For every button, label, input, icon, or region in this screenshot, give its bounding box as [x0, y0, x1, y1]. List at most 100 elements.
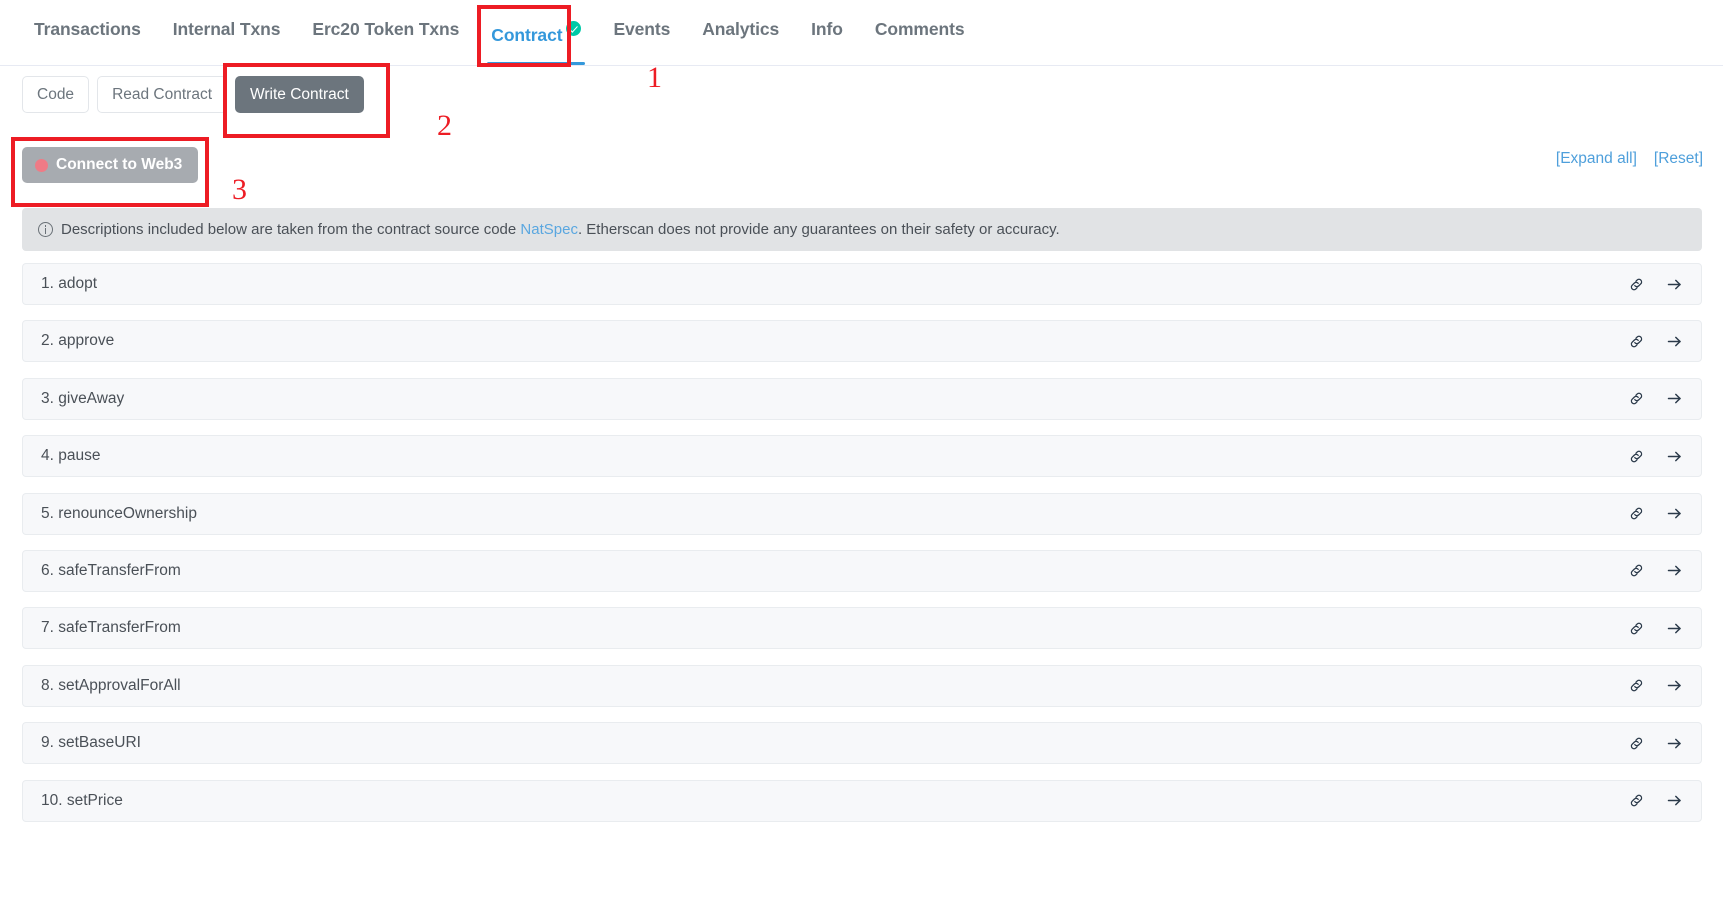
- subtab-label: Write Contract: [250, 86, 349, 103]
- natspec-link[interactable]: NatSpec: [520, 221, 578, 238]
- tab-label: Info: [811, 19, 843, 39]
- function-name: setApprovalForAll: [58, 676, 181, 694]
- table-row[interactable]: 7. safeTransferFrom: [22, 607, 1702, 650]
- arrow-right-icon[interactable]: [1665, 792, 1683, 810]
- connect-button-label: Connect to Web3: [56, 156, 183, 173]
- arrow-right-icon[interactable]: [1665, 275, 1683, 293]
- function-index: 3.: [41, 389, 54, 407]
- function-label: 10. setPrice: [41, 792, 1627, 810]
- function-name: pause: [58, 447, 101, 465]
- annotation-number-3: 3: [232, 173, 247, 206]
- link-icon[interactable]: [1627, 275, 1645, 293]
- function-index: 2.: [41, 332, 54, 350]
- subtab-label: Read Contract: [112, 86, 213, 103]
- tab-erc20-token-txns[interactable]: Erc20 Token Txns: [296, 0, 475, 59]
- row-actions: [1627, 734, 1683, 752]
- tab-label: Internal Txns: [172, 19, 281, 39]
- table-row[interactable]: 2. approve: [22, 320, 1702, 363]
- expand-all-link[interactable]: [Expand all]: [1556, 150, 1637, 168]
- natspec-notice: Descriptions included below are taken fr…: [22, 208, 1702, 251]
- arrow-right-icon[interactable]: [1665, 677, 1683, 695]
- tab-events[interactable]: Events: [597, 0, 686, 59]
- table-row[interactable]: 4. pause: [22, 435, 1702, 478]
- row-actions: [1627, 677, 1683, 695]
- function-name: safeTransferFrom: [58, 561, 181, 579]
- function-name: safeTransferFrom: [58, 619, 181, 637]
- function-name: setBaseURI: [58, 734, 141, 752]
- link-icon[interactable]: [1627, 562, 1645, 580]
- tab-label: Erc20 Token Txns: [312, 19, 460, 39]
- list-controls: [Expand all] [Reset]: [1556, 150, 1703, 168]
- tab-comments[interactable]: Comments: [859, 0, 981, 59]
- table-row[interactable]: 6. safeTransferFrom: [22, 549, 1702, 592]
- link-icon[interactable]: [1627, 619, 1645, 637]
- function-label: 6. safeTransferFrom: [41, 562, 1627, 580]
- reset-link[interactable]: [Reset]: [1654, 150, 1703, 168]
- function-label: 9. setBaseURI: [41, 734, 1627, 752]
- link-icon[interactable]: [1627, 390, 1645, 408]
- tab-contract[interactable]: Contract: [475, 0, 597, 65]
- link-icon[interactable]: [1627, 505, 1645, 523]
- row-actions: [1627, 275, 1683, 293]
- row-actions: [1627, 390, 1683, 408]
- tab-label: Contract: [491, 24, 563, 45]
- function-index: 9.: [41, 734, 54, 752]
- annotation-number-2: 2: [437, 109, 452, 142]
- active-tab-underline: [487, 61, 586, 65]
- connect-to-web3-button[interactable]: Connect to Web3: [22, 147, 199, 183]
- arrow-right-icon[interactable]: [1665, 619, 1683, 637]
- subtab-code[interactable]: Code: [22, 76, 90, 114]
- table-row[interactable]: 8. setApprovalForAll: [22, 664, 1702, 707]
- status-dot-icon: [35, 158, 48, 172]
- arrow-right-icon[interactable]: [1665, 332, 1683, 350]
- function-index: 4.: [41, 447, 54, 465]
- subtab-read-contract[interactable]: Read Contract: [97, 76, 228, 114]
- arrow-right-icon[interactable]: [1665, 505, 1683, 523]
- row-actions: [1627, 505, 1683, 523]
- tab-analytics[interactable]: Analytics: [686, 0, 795, 59]
- link-icon[interactable]: [1627, 332, 1645, 350]
- function-label: 3. giveAway: [41, 390, 1627, 408]
- link-icon[interactable]: [1627, 734, 1645, 752]
- function-index: 5.: [41, 504, 54, 522]
- link-icon[interactable]: [1627, 677, 1645, 695]
- notice-text-before: Descriptions included below are taken fr…: [61, 221, 517, 238]
- function-label: 4. pause: [41, 447, 1627, 465]
- row-actions: [1627, 447, 1683, 465]
- link-icon[interactable]: [1627, 792, 1645, 810]
- tab-label: Events: [613, 19, 671, 39]
- info-circle-icon: [38, 222, 53, 237]
- subtab-write-contract[interactable]: Write Contract: [235, 76, 364, 114]
- table-row[interactable]: 1. adopt: [22, 263, 1702, 305]
- table-row[interactable]: 5. renounceOwnership: [22, 492, 1702, 535]
- link-icon[interactable]: [1627, 447, 1645, 465]
- arrow-right-icon[interactable]: [1665, 562, 1683, 580]
- function-name: adopt: [58, 275, 98, 292]
- notice-text-after: . Etherscan does not provide any guarant…: [577, 221, 1060, 238]
- row-actions: [1627, 332, 1683, 350]
- main-tab-bar: Transactions Internal Txns Erc20 Token T…: [0, 0, 1723, 66]
- table-row[interactable]: 9. setBaseURI: [22, 722, 1702, 765]
- function-name: renounceOwnership: [58, 504, 197, 522]
- tab-transactions[interactable]: Transactions: [18, 0, 157, 59]
- tab-internal-txns[interactable]: Internal Txns: [157, 0, 297, 59]
- tab-info[interactable]: Info: [795, 0, 859, 59]
- function-label: 8. setApprovalForAll: [41, 677, 1627, 695]
- function-name: giveAway: [58, 389, 125, 407]
- write-function-list: 1. adopt 2. approve 3. giveAway 4. pause: [22, 263, 1702, 837]
- annotation-number-1: 1: [647, 61, 662, 94]
- tab-label: Transactions: [34, 19, 141, 39]
- function-index: 8.: [41, 676, 54, 694]
- arrow-right-icon[interactable]: [1665, 734, 1683, 752]
- arrow-right-icon[interactable]: [1665, 447, 1683, 465]
- function-label: 5. renounceOwnership: [41, 505, 1627, 523]
- function-index: 6.: [41, 561, 54, 579]
- tab-label: Comments: [874, 19, 965, 39]
- subtab-label: Code: [37, 86, 75, 103]
- table-row[interactable]: 10. setPrice: [22, 779, 1702, 822]
- table-row[interactable]: 3. giveAway: [22, 377, 1702, 420]
- arrow-right-icon[interactable]: [1665, 390, 1683, 408]
- row-actions: [1627, 792, 1683, 810]
- etherscan-contract-page: Transactions Internal Txns Erc20 Token T…: [0, 0, 1723, 917]
- function-index: 1.: [41, 275, 54, 292]
